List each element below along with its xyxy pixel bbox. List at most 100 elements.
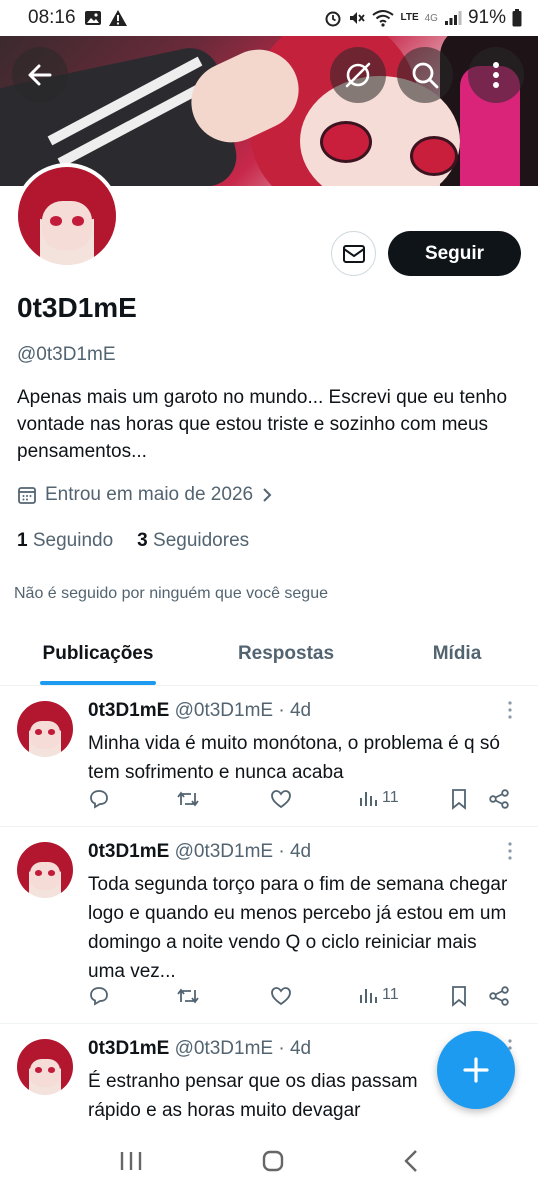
post-meta: @0t3D1mE · 4d: [174, 700, 312, 721]
post-author: 0t3D1mE: [88, 700, 170, 721]
message-button[interactable]: [331, 231, 376, 276]
following-label: Seguindo: [32, 530, 114, 551]
post-text: É estranho pensar que os dias passam ráp…: [88, 1071, 418, 1121]
share-button[interactable]: [488, 985, 510, 1007]
more-options-button[interactable]: [468, 47, 524, 103]
calendar-icon: [18, 487, 36, 504]
tab-label: Publicações: [42, 642, 154, 664]
share-icon: [489, 789, 509, 809]
heart-icon: [271, 790, 291, 809]
search-icon: [412, 62, 439, 89]
views-chart-icon: [360, 792, 377, 806]
post-avatar[interactable]: [17, 701, 73, 757]
mute-icon: [350, 12, 366, 24]
profile-bio: Apenas mais um garoto no mundo... Escrev…: [17, 387, 508, 462]
joined-date[interactable]: Entrou em maio de 2026: [17, 484, 273, 506]
post-meta: @0t3D1mE · 4d: [174, 841, 312, 862]
following-link[interactable]: 1 Seguindo: [17, 530, 113, 552]
tab-label: Mídia: [432, 642, 482, 664]
tab-replies[interactable]: Respostas: [196, 622, 376, 685]
envelope-icon: [342, 244, 365, 263]
compose-post-button[interactable]: [437, 1031, 515, 1109]
post-text: Minha vida é muito monótona, o problema …: [88, 733, 500, 783]
repost-icon: [177, 791, 199, 807]
joined-text: Entrou em maio de 2026: [45, 484, 254, 505]
like-button[interactable]: [270, 985, 292, 1007]
views-button[interactable]: 11: [358, 788, 399, 808]
signal-icon: [444, 11, 462, 25]
explore-icon: [345, 62, 371, 88]
home-icon: [262, 1150, 284, 1172]
bookmark-button[interactable]: [450, 788, 468, 810]
status-time: 08:16: [28, 7, 76, 28]
tab-label: Respostas: [237, 642, 335, 664]
reply-icon: [90, 790, 108, 809]
following-count: 1: [17, 530, 28, 551]
banner-art-eye: [320, 121, 372, 163]
post-meta: @0t3D1mE · 4d: [174, 1038, 312, 1059]
followers-link[interactable]: 3 Seguidores: [137, 530, 249, 552]
battery-percent: 91%: [467, 7, 506, 28]
bookmark-icon: [452, 789, 466, 810]
banner-art-eye: [410, 136, 458, 176]
share-button[interactable]: [488, 788, 510, 810]
more-vertical-icon: [508, 701, 512, 719]
profile-banner[interactable]: [0, 36, 538, 186]
post-avatar[interactable]: [17, 842, 73, 898]
tab-posts[interactable]: Publicações: [0, 622, 196, 685]
search-button[interactable]: [397, 47, 453, 103]
reply-button[interactable]: [88, 788, 110, 810]
heart-icon: [271, 987, 291, 1006]
plus-icon: [463, 1057, 489, 1083]
repost-icon: [177, 988, 199, 1004]
status-bar: 08:16 LTE 4G 91%: [0, 0, 538, 36]
post-author: 0t3D1mE: [88, 1038, 170, 1059]
profile-handle: @0t3D1mE: [17, 344, 116, 365]
post-item[interactable]: 0t3D1mE @0t3D1mE · 4d Minha vida é muito…: [0, 687, 538, 827]
lte-label: LTE: [400, 12, 419, 23]
post-menu-button[interactable]: [508, 701, 514, 725]
followers-count: 3: [137, 530, 148, 551]
recent-apps-icon: [120, 1152, 142, 1170]
view-count: 11: [382, 986, 399, 1003]
more-vertical-icon: [508, 842, 512, 860]
share-icon: [489, 986, 509, 1006]
4g-label: 4G: [424, 12, 438, 24]
profile-tabs: Publicações Respostas Mídia: [0, 622, 538, 686]
home-button[interactable]: [261, 1149, 285, 1178]
wifi-icon: [372, 10, 395, 27]
profile-avatar[interactable]: [14, 163, 120, 269]
repost-button[interactable]: [176, 788, 200, 810]
active-tab-indicator: [40, 681, 156, 685]
post-header: 0t3D1mE @0t3D1mE · 4d: [88, 700, 311, 722]
explore-button[interactable]: [330, 47, 386, 103]
recent-apps-button[interactable]: [119, 1150, 143, 1177]
post-menu-button[interactable]: [508, 842, 514, 866]
repost-button[interactable]: [176, 985, 200, 1007]
post-avatar[interactable]: [17, 1039, 73, 1095]
warning-icon: [108, 10, 127, 26]
not-followed-notice: Não é seguido por ninguém que você segue: [14, 585, 328, 602]
followers-label: Seguidores: [153, 530, 250, 551]
bookmark-icon: [452, 986, 466, 1007]
android-nav-bar: [0, 1128, 538, 1199]
gallery-icon: [84, 11, 101, 25]
view-count: 11: [382, 789, 399, 806]
tab-media[interactable]: Mídia: [376, 622, 538, 685]
reply-button[interactable]: [88, 985, 110, 1007]
arrow-left-icon: [28, 64, 52, 86]
bookmark-button[interactable]: [450, 985, 468, 1007]
like-button[interactable]: [270, 788, 292, 810]
post-actions: 11: [88, 788, 518, 818]
post-text: Toda segunda torço para o fim de semana …: [88, 874, 508, 982]
follow-button[interactable]: Seguir: [388, 231, 521, 276]
chevron-left-icon: [404, 1150, 417, 1172]
post-item[interactable]: 0t3D1mE @0t3D1mE · 4d Toda segunda torço…: [0, 828, 538, 1024]
post-header: 0t3D1mE @0t3D1mE · 4d: [88, 1038, 311, 1060]
views-button[interactable]: 11: [358, 985, 399, 1005]
profile-display-name: 0t3D1mE: [17, 292, 137, 323]
chevron-right-icon: [263, 488, 272, 502]
post-author: 0t3D1mE: [88, 841, 170, 862]
back-button[interactable]: [12, 47, 68, 103]
nav-back-button[interactable]: [403, 1149, 419, 1178]
